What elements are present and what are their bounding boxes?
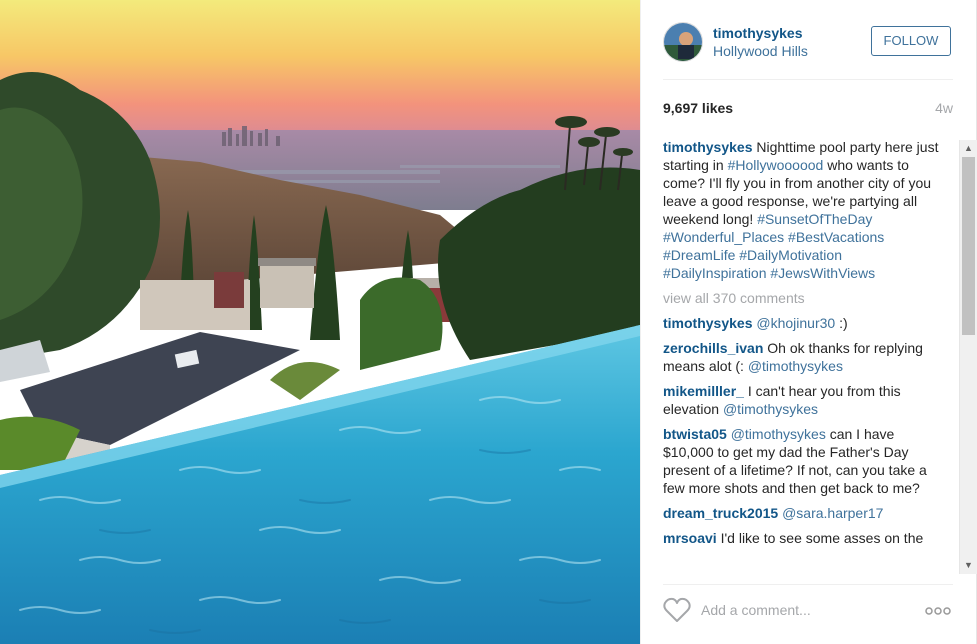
comment-item: dream_truck2015 @sara.harper17 bbox=[663, 504, 941, 522]
comment-username[interactable]: mikemilller_ bbox=[663, 383, 744, 399]
comment-mention[interactable]: @sara.harper17 bbox=[782, 505, 883, 521]
comment-item: btwista05 @timothysykes can I have $10,0… bbox=[663, 425, 941, 497]
post-footer bbox=[663, 584, 953, 632]
hashtag[interactable]: #JewsWithViews bbox=[770, 265, 875, 281]
comment-mention[interactable]: @khojinur30 bbox=[756, 315, 835, 331]
comment-username[interactable]: dream_truck2015 bbox=[663, 505, 778, 521]
view-all-comments-link[interactable]: view all 370 comments bbox=[663, 289, 941, 307]
scroll-down-arrow-icon[interactable]: ▼ bbox=[960, 557, 977, 574]
comment-item: timothysykes @khojinur30 :) bbox=[663, 314, 941, 332]
comment-item: mikemilller_ I can't hear you from this … bbox=[663, 382, 941, 418]
hashtag[interactable]: #DailyMotivation bbox=[739, 247, 842, 263]
post-side-panel: timothysykes Hollywood Hills FOLLOW 9,69… bbox=[640, 0, 977, 644]
post-header: timothysykes Hollywood Hills FOLLOW bbox=[663, 20, 953, 80]
heart-icon[interactable] bbox=[663, 597, 691, 623]
post-location[interactable]: Hollywood Hills bbox=[713, 43, 808, 59]
hashtag[interactable]: #Wonderful_Places bbox=[663, 229, 784, 245]
comment-username[interactable]: timothysykes bbox=[663, 315, 752, 331]
add-comment-input[interactable] bbox=[701, 597, 901, 623]
comment-username[interactable]: mrsoavi bbox=[663, 530, 717, 546]
comment-text: I'd like to see some asses on the bbox=[720, 530, 924, 546]
ellipsis-icon bbox=[925, 607, 951, 615]
post-username[interactable]: timothysykes bbox=[713, 25, 802, 41]
caption: timothysykes Nighttime pool party here j… bbox=[663, 138, 941, 282]
likes-count[interactable]: 9,697 likes bbox=[663, 100, 733, 116]
scroll-thumb[interactable] bbox=[962, 157, 975, 335]
more-options-icon[interactable] bbox=[923, 597, 953, 623]
post-stats: 9,697 likes 4w bbox=[663, 100, 953, 120]
hollywood-hills-pool-photo bbox=[0, 0, 640, 644]
hashtag[interactable]: #DailyInspiration bbox=[663, 265, 767, 281]
comment-text: :) bbox=[835, 315, 848, 331]
follow-button[interactable]: FOLLOW bbox=[871, 26, 951, 56]
comments-scrollbar[interactable]: ▲ ▼ bbox=[959, 140, 977, 574]
avatar[interactable] bbox=[663, 22, 703, 62]
hashtag[interactable]: #BestVacations bbox=[788, 229, 884, 245]
comment-mention[interactable]: @timothysykes bbox=[731, 426, 826, 442]
hashtag[interactable]: #DreamLife bbox=[663, 247, 735, 263]
scroll-up-arrow-icon[interactable]: ▲ bbox=[960, 140, 977, 157]
caption-username[interactable]: timothysykes bbox=[663, 139, 752, 155]
avatar-image bbox=[664, 23, 702, 61]
hashtag[interactable]: #SunsetOfTheDay bbox=[757, 211, 872, 227]
comment-item: mrsoavi I'd like to see some asses on th… bbox=[663, 529, 941, 547]
comment-username[interactable]: btwista05 bbox=[663, 426, 727, 442]
comment-item: zerochills_ivan Oh ok thanks for replyin… bbox=[663, 339, 941, 375]
hashtag[interactable]: #Hollywoooood bbox=[728, 157, 824, 173]
comment-mention[interactable]: @timothysykes bbox=[723, 401, 818, 417]
post-photo[interactable] bbox=[0, 0, 640, 644]
post-time[interactable]: 4w bbox=[935, 100, 953, 116]
comment-mention[interactable]: @timothysykes bbox=[748, 358, 843, 374]
comments-list[interactable]: timothysykes Nighttime pool party here j… bbox=[663, 138, 941, 574]
comment-username[interactable]: zerochills_ivan bbox=[663, 340, 763, 356]
